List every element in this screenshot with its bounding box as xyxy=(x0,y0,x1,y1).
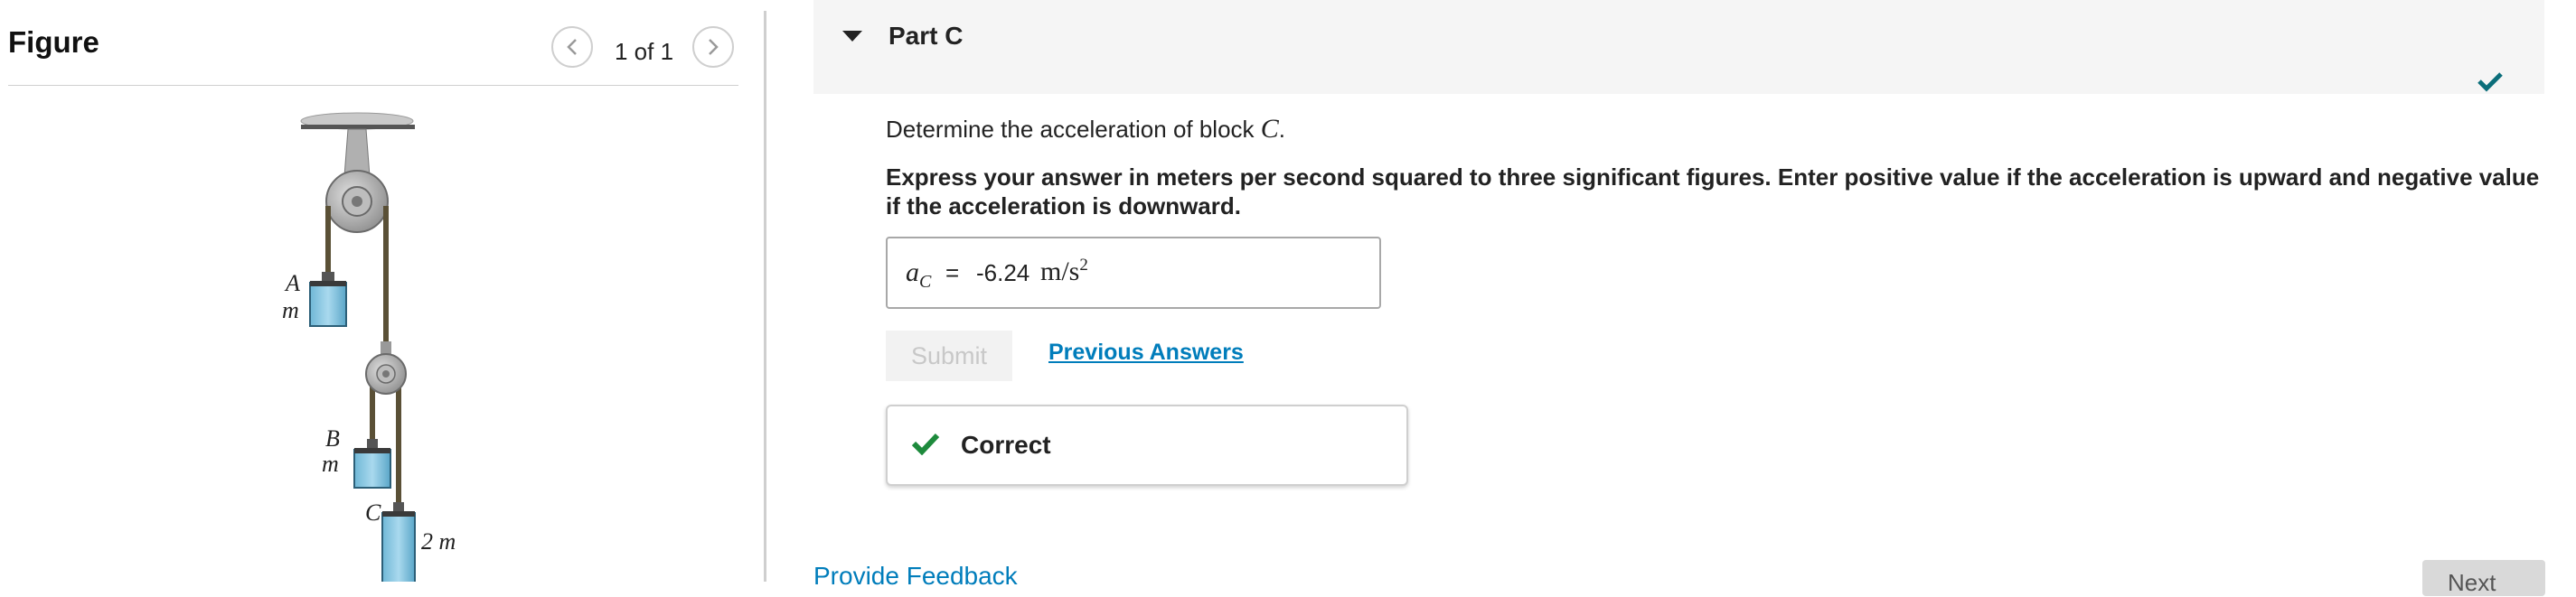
part-title: Part C xyxy=(888,22,964,50)
completed-check-icon xyxy=(2477,72,2503,92)
figure-title: Figure xyxy=(8,25,99,59)
panel-separator[interactable] xyxy=(764,11,766,582)
chevron-left-icon xyxy=(567,39,577,55)
label-mass-b: m xyxy=(322,451,339,477)
label-block-b: B xyxy=(325,425,340,452)
next-figure-button[interactable] xyxy=(692,26,734,68)
next-button[interactable]: Next xyxy=(2422,560,2545,596)
block-a xyxy=(309,272,347,327)
answer-instructions: Express your answer in meters per second… xyxy=(886,163,2540,219)
pulley-system-diagram: A m B m C 2 m xyxy=(282,112,456,582)
part-c-header[interactable] xyxy=(813,0,2544,94)
answer-variable: aC xyxy=(906,257,932,292)
lower-pulley xyxy=(365,341,407,395)
block-c xyxy=(381,502,416,582)
question-variable: C xyxy=(1260,114,1279,144)
answer-unit: m/s2 xyxy=(1040,256,1088,286)
provide-feedback-link[interactable]: Provide Feedback xyxy=(813,562,1018,591)
previous-figure-button[interactable] xyxy=(551,26,593,68)
label-block-c: C xyxy=(365,499,381,526)
answer-value[interactable]: -6.24 xyxy=(976,259,1029,287)
label-mass-c: 2 m xyxy=(421,528,456,555)
label-mass-a: m xyxy=(282,297,299,323)
figure-page-count: 1 of 1 xyxy=(615,38,674,65)
block-b xyxy=(353,439,391,489)
question-text: Determine the acceleration of block C. xyxy=(886,114,1285,145)
chevron-right-icon xyxy=(709,39,719,55)
submit-button[interactable]: Submit xyxy=(886,331,1012,381)
previous-answers-link[interactable]: Previous Answers xyxy=(1048,340,1244,366)
answer-equals: = xyxy=(945,259,960,286)
question-suffix: . xyxy=(1278,116,1286,143)
top-pulley xyxy=(325,170,389,233)
result-label: Correct xyxy=(961,431,1051,459)
question-prefix: Determine the acceleration of block xyxy=(886,116,1261,143)
correct-check-icon xyxy=(911,433,940,455)
answer-field[interactable] xyxy=(886,237,1381,309)
figure-divider xyxy=(8,85,738,86)
collapse-caret-icon[interactable] xyxy=(841,29,864,43)
label-block-a: A xyxy=(284,270,300,296)
